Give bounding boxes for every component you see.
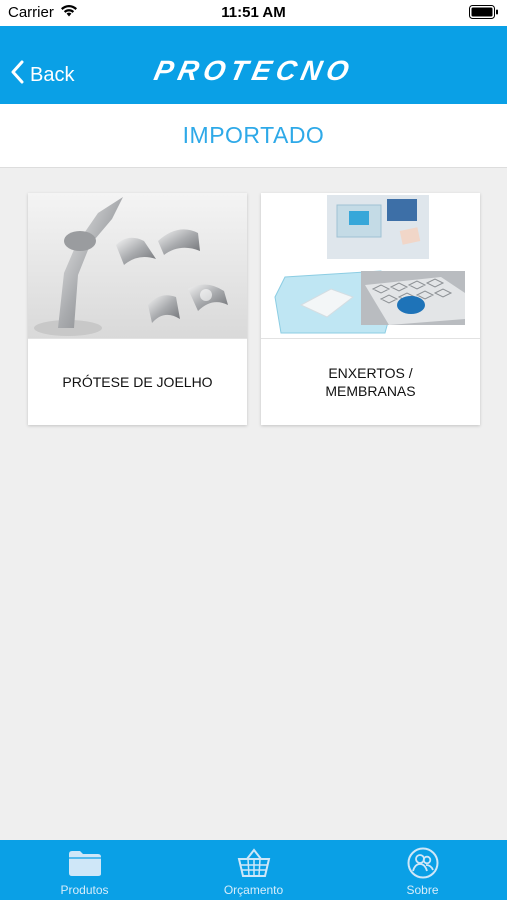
brand-logo: PROTECNO [151, 55, 357, 86]
tab-sobre[interactable]: Sobre [338, 840, 507, 900]
tab-label: Produtos [60, 883, 109, 897]
back-label: Back [30, 63, 75, 86]
card-label: PRÓTESE DE JOELHO [62, 374, 213, 390]
navigation-bar: Back PROTECNO [0, 26, 507, 104]
tab-label: Orçamento [223, 883, 284, 897]
status-bar: Carrier 11:51 AM [0, 0, 507, 26]
product-card-grafts-membranes[interactable]: ENXERTOS / MEMBRANAS [261, 193, 480, 425]
product-card-knee-prosthesis[interactable]: PRÓTESE DE JOELHO [28, 193, 247, 425]
basket-icon [237, 847, 271, 879]
back-button[interactable]: Back [10, 60, 74, 90]
tab-orcamento[interactable]: Orçamento [169, 840, 338, 900]
title-band: IMPORTADO [0, 104, 507, 168]
chevron-left-icon [10, 60, 30, 90]
folder-icon [68, 847, 102, 879]
status-time: 11:51 AM [221, 4, 286, 21]
grafts-membranes-image [261, 193, 480, 339]
tab-label: Sobre [406, 883, 439, 897]
knee-prosthesis-image [28, 193, 247, 339]
tab-produtos[interactable]: Produtos [0, 840, 169, 900]
card-label: ENXERTOS / MEMBRANAS [325, 365, 416, 399]
battery-icon [469, 5, 499, 23]
people-icon [407, 847, 439, 879]
page-title: IMPORTADO [182, 122, 325, 148]
tab-bar: Produtos Orçamento Sobre [0, 840, 507, 900]
